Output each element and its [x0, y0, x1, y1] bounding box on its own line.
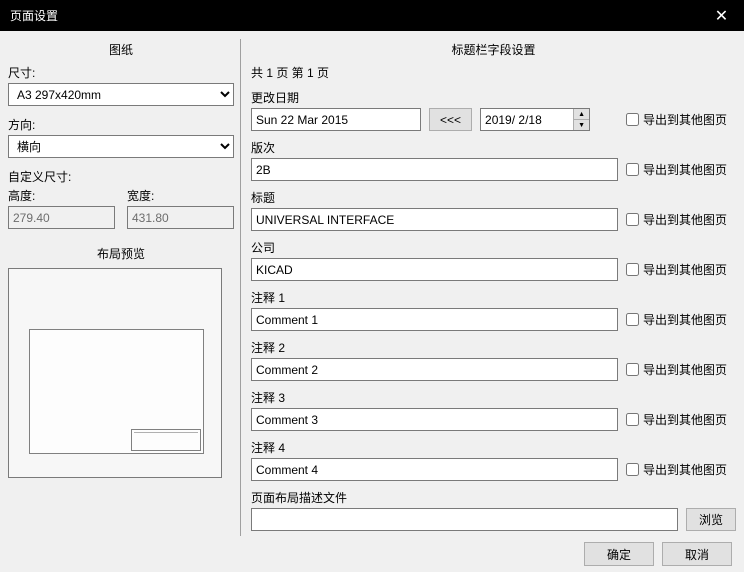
size-select[interactable]: A3 297x420mm	[8, 83, 234, 106]
export-revision-label: 导出到其他图页	[643, 161, 727, 178]
export-title-label: 导出到其他图页	[643, 211, 727, 228]
export-comment1-label: 导出到其他图页	[643, 311, 727, 328]
comment4-input[interactable]	[251, 458, 618, 481]
comment2-label: 注释 2	[251, 339, 618, 356]
export-comment1-checkbox-input[interactable]	[626, 313, 639, 326]
preview-title: 布局预览	[8, 245, 234, 262]
ok-button[interactable]: 确定	[584, 542, 654, 566]
export-title-checkbox-input[interactable]	[626, 213, 639, 226]
export-comment4-label: 导出到其他图页	[643, 461, 727, 478]
window-titlebar: 页面设置 ✕	[0, 0, 744, 31]
revision-label: 版次	[251, 139, 618, 156]
window-title: 页面设置	[10, 7, 699, 24]
export-comment3-checkbox[interactable]: 导出到其他图页	[626, 408, 736, 431]
orientation-select[interactable]: 横向	[8, 135, 234, 158]
cancel-button[interactable]: 取消	[662, 542, 732, 566]
company-input[interactable]	[251, 258, 618, 281]
paper-section-title: 图纸	[8, 39, 234, 64]
date-picker-input[interactable]	[481, 109, 573, 130]
title-input[interactable]	[251, 208, 618, 231]
height-input	[8, 206, 115, 229]
browse-button[interactable]: 浏览	[686, 508, 736, 531]
preview-page	[29, 329, 204, 454]
titleblock-panel: 标题栏字段设置 共 1 页 第 1 页 更改日期 <<< ▲ ▼	[243, 39, 736, 536]
revision-input[interactable]	[251, 158, 618, 181]
layout-preview	[8, 268, 222, 478]
export-company-checkbox[interactable]: 导出到其他图页	[626, 258, 736, 281]
spin-down-icon[interactable]: ▼	[574, 119, 589, 130]
comment1-input[interactable]	[251, 308, 618, 331]
export-company-label: 导出到其他图页	[643, 261, 727, 278]
close-icon[interactable]: ✕	[699, 0, 744, 31]
width-label: 宽度:	[127, 187, 234, 204]
company-label: 公司	[251, 239, 618, 256]
export-comment2-checkbox-input[interactable]	[626, 363, 639, 376]
export-company-checkbox-input[interactable]	[626, 263, 639, 276]
comment2-input[interactable]	[251, 358, 618, 381]
comment4-label: 注释 4	[251, 439, 618, 456]
export-date-checkbox[interactable]: 导出到其他图页	[626, 108, 736, 131]
export-comment3-checkbox-input[interactable]	[626, 413, 639, 426]
export-comment1-checkbox[interactable]: 导出到其他图页	[626, 308, 736, 331]
export-comment3-label: 导出到其他图页	[643, 411, 727, 428]
export-comment2-checkbox[interactable]: 导出到其他图页	[626, 358, 736, 381]
date-label: 更改日期	[251, 89, 618, 106]
export-comment4-checkbox-input[interactable]	[626, 463, 639, 476]
titleblock-section-title: 标题栏字段设置	[251, 39, 736, 64]
export-comment4-checkbox[interactable]: 导出到其他图页	[626, 458, 736, 481]
orientation-label: 方向:	[8, 116, 234, 133]
comment1-label: 注释 1	[251, 289, 618, 306]
height-label: 高度:	[8, 187, 115, 204]
size-label: 尺寸:	[8, 64, 234, 81]
comment3-input[interactable]	[251, 408, 618, 431]
export-title-checkbox[interactable]: 导出到其他图页	[626, 208, 736, 231]
export-revision-checkbox-input[interactable]	[626, 163, 639, 176]
comment3-label: 注释 3	[251, 389, 618, 406]
layoutfile-input[interactable]	[251, 508, 678, 531]
spin-up-icon[interactable]: ▲	[574, 109, 589, 119]
page-indicator: 共 1 页 第 1 页	[251, 64, 736, 81]
export-comment2-label: 导出到其他图页	[643, 361, 727, 378]
date-display-input[interactable]	[251, 108, 421, 131]
width-input	[127, 206, 234, 229]
export-revision-checkbox[interactable]: 导出到其他图页	[626, 158, 736, 181]
preview-titleblock	[131, 429, 201, 451]
export-date-label: 导出到其他图页	[643, 111, 727, 128]
vertical-separator	[240, 39, 241, 536]
custom-size-label: 自定义尺寸:	[8, 168, 234, 185]
layoutfile-label: 页面布局描述文件	[251, 489, 678, 506]
export-date-checkbox-input[interactable]	[626, 113, 639, 126]
dialog-footer: 确定 取消	[0, 536, 744, 572]
paper-panel: 图纸 尺寸: A3 297x420mm 方向: 横向 自定义尺寸: 高度: 宽度…	[8, 39, 234, 536]
date-picker[interactable]: ▲ ▼	[480, 108, 590, 131]
date-apply-button[interactable]: <<<	[429, 108, 472, 131]
title-label: 标题	[251, 189, 618, 206]
